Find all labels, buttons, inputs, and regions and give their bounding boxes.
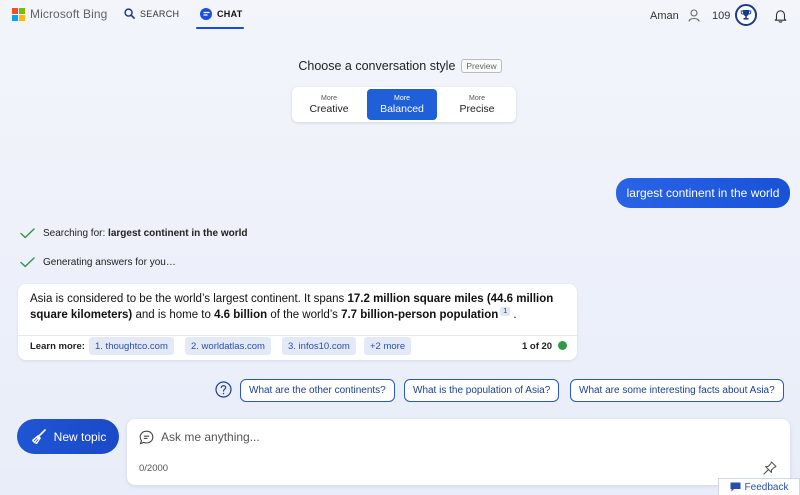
preview-badge: Preview	[461, 59, 502, 73]
status-generating-text: Generating answers for you…	[43, 257, 176, 268]
feedback-icon	[730, 482, 741, 492]
top-bar: Microsoft Bing SEARCH CHAT Aman 109	[0, 0, 800, 32]
help-question-icon[interactable]	[215, 381, 232, 398]
user-name[interactable]: Aman	[650, 10, 679, 22]
citation-marker[interactable]: 1	[500, 307, 511, 317]
tab-chat[interactable]: CHAT	[200, 8, 243, 20]
answer-card: Asia is considered to be the world’s lar…	[18, 284, 577, 360]
style-option-precise[interactable]: More Precise	[442, 89, 512, 120]
brand-name: Microsoft Bing	[30, 7, 108, 21]
learn-more-label: Learn more:	[30, 341, 85, 352]
chat-bubble-icon	[200, 8, 212, 20]
bing-logo[interactable]: Microsoft Bing	[12, 7, 107, 21]
style-option-balanced[interactable]: More Balanced	[367, 89, 437, 120]
chat-composer: 0/2000	[127, 419, 790, 485]
active-tab-indicator	[196, 27, 244, 29]
broom-icon	[31, 428, 46, 444]
search-icon	[124, 8, 135, 19]
tab-search-label: SEARCH	[140, 8, 180, 19]
conversation-style-toggle: More Creative More Balanced More Precise	[292, 87, 516, 122]
style-option-label: Creative	[309, 102, 349, 115]
source-link-thoughtco[interactable]: 1. thoughtco.com	[89, 337, 174, 355]
user-icon[interactable]	[688, 9, 700, 22]
new-topic-label: New topic	[53, 429, 107, 444]
notifications-bell-icon[interactable]	[774, 9, 787, 23]
status-searching: Searching for: largest continent in the …	[20, 228, 248, 239]
user-message-bubble: largest continent in the world	[616, 178, 790, 208]
card-divider	[18, 335, 577, 336]
microsoft-logo-icon	[12, 7, 25, 21]
checkmark-icon	[20, 257, 35, 268]
character-count: 0/2000	[139, 463, 169, 474]
response-status-dot	[558, 341, 567, 350]
style-option-prefix: More	[469, 94, 485, 102]
rewards-trophy-icon[interactable]	[735, 4, 757, 26]
suggestion-chip[interactable]: What are some interesting facts about As…	[570, 379, 784, 402]
feedback-label: Feedback	[744, 481, 789, 493]
style-option-label: Precise	[459, 102, 495, 115]
new-topic-button[interactable]: New topic	[17, 419, 119, 454]
tab-search[interactable]: SEARCH	[124, 8, 179, 19]
checkmark-icon	[20, 228, 35, 239]
suggestion-chip[interactable]: What is the population of Asia?	[404, 379, 560, 402]
source-link-infos10[interactable]: 3. infos10.com	[282, 337, 356, 355]
style-option-prefix: More	[394, 94, 410, 102]
pin-icon[interactable]	[763, 461, 777, 475]
chat-bubble-outline-icon	[139, 430, 154, 445]
style-option-prefix: More	[321, 94, 337, 102]
conversation-style-heading: Choose a conversation style Preview	[0, 59, 800, 73]
status-generating: Generating answers for you…	[20, 257, 176, 268]
feedback-button[interactable]: Feedback	[718, 478, 800, 495]
source-link-worldatlas[interactable]: 2. worldatlas.com	[185, 337, 271, 355]
suggestion-chip[interactable]: What are the other continents?	[240, 379, 395, 402]
ask-input[interactable]	[161, 427, 771, 447]
tab-chat-label: CHAT	[217, 9, 243, 19]
style-option-label: Balanced	[380, 102, 424, 115]
search-query: largest continent in the world	[108, 228, 248, 239]
more-sources-button[interactable]: +2 more	[364, 337, 412, 355]
style-option-creative[interactable]: More Creative	[294, 89, 364, 120]
rewards-points[interactable]: 109	[712, 10, 730, 22]
conversation-style-title: Choose a conversation style	[298, 59, 456, 73]
response-count: 1 of 20	[522, 341, 553, 352]
status-searching-text: Searching for: largest continent in the …	[43, 228, 248, 239]
answer-text: Asia is considered to be the world’s lar…	[30, 293, 554, 321]
